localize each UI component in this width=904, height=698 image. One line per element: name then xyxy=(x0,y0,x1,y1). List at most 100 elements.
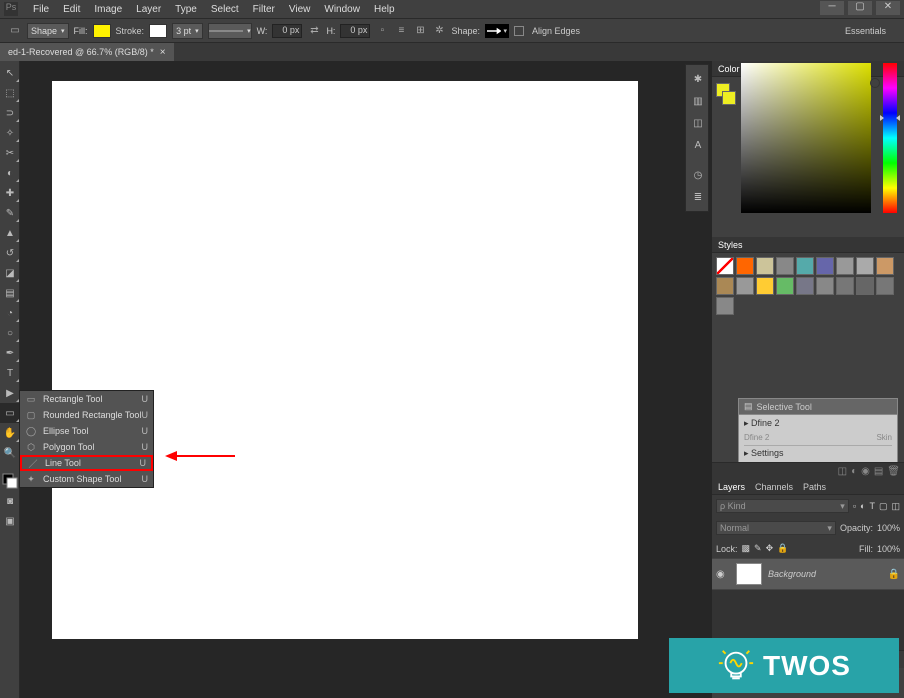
color-tab[interactable]: Color xyxy=(718,64,740,74)
maximize-button[interactable]: ▢ xyxy=(848,1,872,15)
menu-help[interactable]: Help xyxy=(367,4,402,15)
style-swatch[interactable] xyxy=(776,277,794,295)
style-swatch[interactable] xyxy=(716,297,734,315)
style-swatch[interactable] xyxy=(856,257,874,275)
settings-gear-icon[interactable]: ✲ xyxy=(432,24,446,38)
layers-icon-3[interactable]: ◉ xyxy=(861,466,870,477)
stroke-style-dropdown[interactable]: ▾ xyxy=(208,23,252,39)
lasso-tool[interactable]: ⊃ xyxy=(0,103,20,123)
menu-image[interactable]: Image xyxy=(87,4,129,15)
selective-settings[interactable]: ▸ Settings xyxy=(744,445,892,459)
width-input[interactable]: 0 px xyxy=(272,24,302,38)
path-ops-icon[interactable]: ▫ xyxy=(375,24,389,38)
history-brush-tool[interactable]: ↺ xyxy=(0,243,20,263)
list-icon[interactable]: ≣ xyxy=(688,187,708,207)
character-icon[interactable]: A xyxy=(688,135,708,155)
link-wh-icon[interactable]: ⇄ xyxy=(307,24,321,38)
close-button[interactable]: ✕ xyxy=(876,1,900,15)
document-tab-close-icon[interactable]: × xyxy=(160,47,166,58)
blend-mode-dropdown[interactable]: Normal▾ xyxy=(716,521,836,535)
style-swatch[interactable] xyxy=(776,257,794,275)
style-swatch[interactable] xyxy=(836,277,854,295)
shape-picker-dropdown[interactable]: ▾ xyxy=(485,24,509,38)
selective-tool-panel[interactable]: ▤ Selective Tool ▸ Dfine 2 Dfine 2 Skin … xyxy=(738,398,898,463)
stroke-swatch[interactable] xyxy=(149,24,167,38)
style-swatch[interactable] xyxy=(816,277,834,295)
lock-position-icon[interactable]: ✥ xyxy=(766,543,774,554)
canvas[interactable] xyxy=(52,81,638,639)
layers-icon-2[interactable]: ◐ xyxy=(851,466,857,477)
color-bg-swatch[interactable] xyxy=(722,91,736,105)
height-input[interactable]: 0 px xyxy=(340,24,370,38)
style-swatch[interactable] xyxy=(736,257,754,275)
align-icon[interactable]: ≡ xyxy=(394,24,408,38)
pen-tool[interactable]: ✒ xyxy=(0,343,20,363)
shape-tool[interactable]: ▭ xyxy=(0,403,20,423)
menu-select[interactable]: Select xyxy=(204,4,246,15)
layers-icon-1[interactable]: ◫ xyxy=(838,466,847,477)
menu-view[interactable]: View xyxy=(282,4,318,15)
crop-tool[interactable]: ✂ xyxy=(0,143,20,163)
gradient-tool[interactable]: ▤ xyxy=(0,283,20,303)
menu-edit[interactable]: Edit xyxy=(56,4,87,15)
fill-value[interactable]: 100% xyxy=(877,544,900,554)
menu-layer[interactable]: Layer xyxy=(129,4,168,15)
menu-filter[interactable]: Filter xyxy=(246,4,282,15)
histogram-icon[interactable]: ▥ xyxy=(688,91,708,111)
move-tool[interactable]: ↖ xyxy=(0,63,20,83)
flyout-polygon-tool[interactable]: ⬡ Polygon Tool U xyxy=(20,439,153,455)
eyedropper-tool[interactable]: ◐ xyxy=(0,163,20,183)
zoom-tool[interactable]: 🔍 xyxy=(0,443,20,463)
screen-mode-icon[interactable]: ▣ xyxy=(0,511,20,531)
channels-tab[interactable]: Channels xyxy=(755,482,793,492)
fill-swatch[interactable] xyxy=(93,24,111,38)
clock-icon[interactable]: ◷ xyxy=(688,165,708,185)
dodge-tool[interactable]: ○ xyxy=(0,323,20,343)
flyout-ellipse-tool[interactable]: ◯ Ellipse Tool U xyxy=(20,423,153,439)
filter-icon-4[interactable]: ▢ xyxy=(879,501,888,512)
fg-bg-colors[interactable] xyxy=(0,471,20,491)
style-swatch[interactable] xyxy=(736,277,754,295)
style-swatch[interactable] xyxy=(796,277,814,295)
stamp-tool[interactable]: ▲ xyxy=(0,223,20,243)
workspace-switcher[interactable]: Essentials xyxy=(837,22,894,40)
style-swatch[interactable] xyxy=(876,257,894,275)
minimize-button[interactable]: ─ xyxy=(820,1,844,15)
eraser-tool[interactable]: ◪ xyxy=(0,263,20,283)
style-swatch[interactable] xyxy=(716,277,734,295)
flyout-rectangle-tool[interactable]: ▭ Rectangle Tool U xyxy=(20,391,153,407)
hand-tool[interactable]: ✋ xyxy=(0,423,20,443)
style-swatch[interactable] xyxy=(756,277,774,295)
swatches-icon[interactable]: ◫ xyxy=(688,113,708,133)
document-tab[interactable]: ed-1-Recovered @ 66.7% (RGB/8) * × xyxy=(0,43,174,61)
style-swatch[interactable] xyxy=(856,277,874,295)
hue-bar[interactable] xyxy=(883,63,897,213)
selective-group[interactable]: ▸ Dfine 2 xyxy=(744,418,892,429)
menu-type[interactable]: Type xyxy=(168,4,204,15)
brush-tool[interactable]: ✎ xyxy=(0,203,20,223)
magic-wand-tool[interactable]: ✧ xyxy=(0,123,20,143)
stroke-width-dropdown[interactable]: 3 pt▾ xyxy=(172,23,203,39)
path-selection-tool[interactable]: ▶ xyxy=(0,383,20,403)
lock-pixels-icon[interactable]: ✎ xyxy=(754,543,762,554)
style-swatch[interactable] xyxy=(716,257,734,275)
color-picker[interactable] xyxy=(741,63,900,213)
lock-all-icon[interactable]: 🔒 xyxy=(777,543,788,554)
current-tool-icon[interactable]: ▭ xyxy=(8,24,22,38)
style-swatch[interactable] xyxy=(816,257,834,275)
flyout-custom-shape-tool[interactable]: ✦ Custom Shape Tool U xyxy=(20,471,153,487)
layer-kind-dropdown[interactable]: ρ Kind▾ xyxy=(716,499,849,513)
layer-thumbnail[interactable] xyxy=(736,563,762,585)
menu-file[interactable]: File xyxy=(26,4,56,15)
marquee-tool[interactable]: ⬚ xyxy=(0,83,20,103)
lock-transparent-icon[interactable]: ▩ xyxy=(742,543,751,554)
flyout-rounded-rectangle-tool[interactable]: ▢ Rounded Rectangle Tool U xyxy=(20,407,153,423)
align-edges-checkbox[interactable] xyxy=(514,26,524,36)
flyout-line-tool[interactable]: ／ Line Tool U xyxy=(20,455,153,471)
style-swatch[interactable] xyxy=(756,257,774,275)
type-tool[interactable]: T xyxy=(0,363,20,383)
nav-icon-1[interactable]: ✱ xyxy=(688,69,708,89)
filter-icon-3[interactable]: T xyxy=(869,501,875,511)
paths-tab[interactable]: Paths xyxy=(803,482,826,492)
style-swatch[interactable] xyxy=(836,257,854,275)
